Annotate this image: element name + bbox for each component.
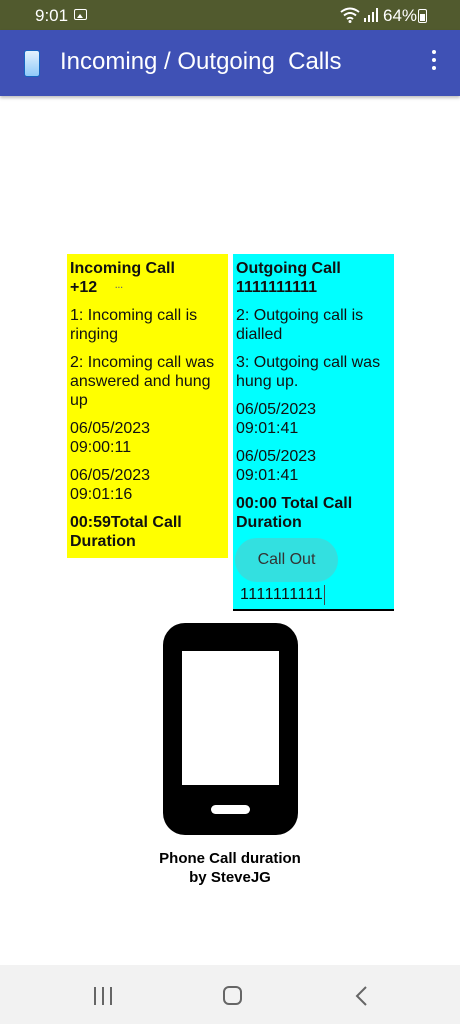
outgoing-step-hungup: 3: Outgoing call was hung up.	[236, 354, 381, 390]
outgoing-number: 1111111111	[236, 279, 318, 296]
call-out-button[interactable]: Call Out	[235, 538, 338, 582]
more-vert-icon[interactable]	[427, 50, 441, 76]
app-bar: Incoming / Outgoing Calls	[0, 30, 460, 96]
smartphone-icon	[24, 50, 40, 77]
outgoing-start-time: 06/05/2023 09:01:41	[236, 401, 317, 437]
battery-icon	[418, 9, 427, 23]
recent-apps-icon[interactable]	[94, 987, 114, 1005]
wifi-icon	[340, 7, 360, 23]
outgoing-step-dialled: 2: Outgoing call is dialled	[236, 307, 364, 343]
back-icon[interactable]	[355, 986, 369, 1006]
navigation-bar	[0, 965, 460, 1024]
outgoing-total-duration: 00:00 Total Call Duration	[236, 495, 353, 531]
phone-home-button	[211, 805, 250, 814]
outgoing-title: Outgoing Call	[236, 260, 341, 277]
incoming-step-ringing: 1: Incoming call is ringing	[70, 307, 198, 343]
incoming-total-duration: 00:59Total Call Duration	[70, 514, 182, 550]
phone-screen	[182, 651, 279, 785]
app-title: Incoming / Outgoing Calls	[60, 48, 342, 75]
battery-percent: 64%	[383, 6, 418, 25]
incoming-title: Incoming Call	[70, 260, 175, 277]
caption-line-1: Phone Call duration	[159, 850, 301, 867]
incoming-step-answered: 2: Incoming call was answered and hung u…	[70, 354, 215, 409]
phone-number-input[interactable]: 1111111111	[233, 583, 394, 611]
smartphone-icon	[163, 623, 298, 835]
signal-icon	[364, 8, 378, 22]
caption: Phone Call duration by SteveJG	[130, 849, 330, 887]
outgoing-end-time: 06/05/2023 09:01:41	[236, 448, 317, 484]
outgoing-call-panel: Outgoing Call 1111111111 2: Outgoing cal…	[233, 254, 394, 611]
status-time: 9:01	[35, 6, 69, 25]
incoming-number: +12	[70, 279, 98, 296]
home-icon[interactable]	[223, 986, 242, 1005]
incoming-end-time: 06/05/2023 09:01:16	[70, 467, 151, 503]
incoming-start-time: 06/05/2023 09:00:11	[70, 420, 151, 456]
status-bar: 9:01 64%	[0, 0, 460, 30]
text-cursor	[324, 584, 326, 605]
caption-line-2: by SteveJG	[189, 869, 271, 886]
phone-number-value: 1111111111	[240, 586, 324, 603]
gallery-notification-icon	[74, 9, 87, 20]
incoming-call-panel: Incoming Call +12 ··· 1: Incoming call is…	[67, 254, 228, 558]
